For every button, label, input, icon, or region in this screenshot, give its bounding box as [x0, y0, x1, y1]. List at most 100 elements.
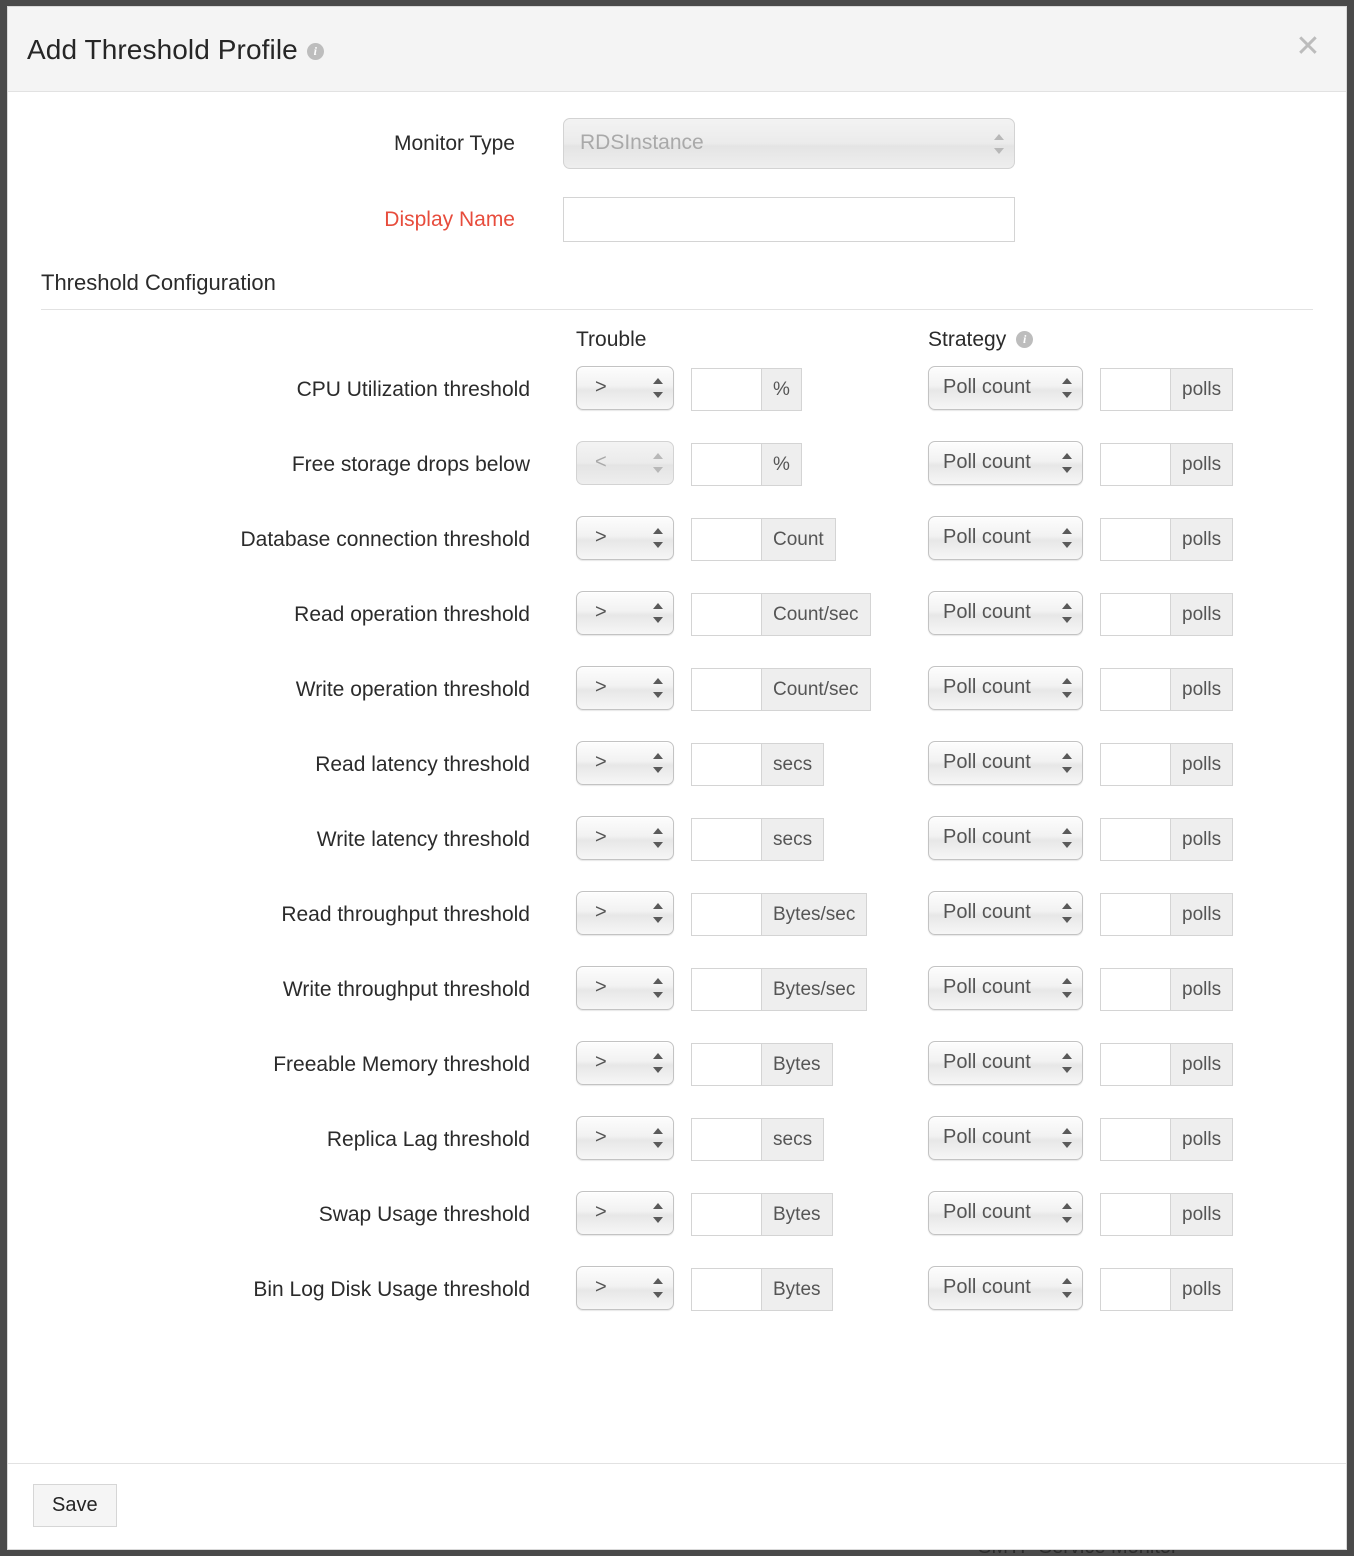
threshold-value-input[interactable] — [691, 818, 761, 861]
poll-count-input[interactable] — [1100, 668, 1170, 711]
operator-select[interactable]: > — [576, 590, 674, 635]
strategy-select[interactable]: Poll count — [928, 1190, 1083, 1235]
poll-count-input[interactable] — [1100, 1268, 1170, 1311]
poll-count-input[interactable] — [1100, 368, 1170, 411]
updown-arrows-icon — [1062, 752, 1073, 774]
operator-select[interactable]: > — [576, 515, 674, 560]
strategy-select[interactable]: Poll count — [928, 740, 1083, 785]
threshold-value-cell: secs — [691, 1118, 928, 1161]
threshold-value-input[interactable] — [691, 368, 761, 411]
close-icon[interactable]: ✕ — [1293, 32, 1323, 63]
operator-select[interactable]: > — [576, 1115, 674, 1160]
poll-count-group: polls — [1100, 818, 1234, 861]
strategy-value: Poll count — [943, 1050, 1031, 1073]
title-info-icon[interactable]: i — [306, 43, 324, 60]
threshold-row: Write operation threshold > Count/sec Poll … — [8, 652, 1346, 727]
poll-count-input[interactable] — [1100, 968, 1170, 1011]
screen: SMTP Service Monitor Add Threshold Profi… — [0, 0, 1354, 1556]
strategy-value: Poll count — [943, 975, 1031, 998]
threshold-value-input[interactable] — [691, 893, 761, 936]
strategy-select[interactable]: Poll count — [928, 890, 1083, 935]
threshold-unit-addon: Count — [761, 518, 836, 561]
operator-select[interactable]: > — [576, 1190, 674, 1235]
threshold-value-input[interactable] — [691, 1043, 761, 1086]
poll-count-input[interactable] — [1100, 443, 1170, 486]
strategy-value: Poll count — [943, 825, 1031, 848]
poll-count-cell: polls — [1100, 1043, 1337, 1086]
poll-count-input[interactable] — [1100, 593, 1170, 636]
strategy-cell: Poll count — [928, 740, 1100, 789]
operator-cell: > — [576, 740, 691, 789]
threshold-row: Write throughput threshold > Bytes/sec Poll… — [8, 952, 1346, 1027]
threshold-value-group: Count/sec — [691, 668, 871, 711]
display-name-input[interactable] — [563, 197, 1015, 242]
threshold-value-input[interactable] — [691, 668, 761, 711]
strategy-select[interactable]: Poll count — [928, 440, 1083, 485]
poll-count-input[interactable] — [1100, 818, 1170, 861]
poll-count-input[interactable] — [1100, 893, 1170, 936]
operator-select[interactable]: > — [576, 665, 674, 710]
operator-select[interactable]: > — [576, 1265, 674, 1310]
strategy-cell: Poll count — [928, 440, 1100, 489]
strategy-info-icon[interactable]: i — [1016, 331, 1034, 348]
strategy-select[interactable]: Poll count — [928, 1115, 1083, 1160]
strategy-select[interactable]: Poll count — [928, 965, 1083, 1010]
operator-select[interactable]: > — [576, 815, 674, 860]
monitor-type-select[interactable]: RDSInstance — [563, 118, 1015, 169]
threshold-value-cell: Bytes — [691, 1193, 928, 1236]
threshold-value-input[interactable] — [691, 968, 761, 1011]
threshold-unit-addon: Bytes — [761, 1043, 833, 1086]
strategy-cell: Poll count — [928, 1190, 1100, 1239]
threshold-value-input[interactable] — [691, 1268, 761, 1311]
operator-cell: > — [576, 890, 691, 939]
strategy-select[interactable]: Poll count — [928, 365, 1083, 410]
updown-arrows-icon — [1062, 1052, 1073, 1074]
operator-select[interactable]: > — [576, 1040, 674, 1085]
operator-cell: > — [576, 1190, 691, 1239]
operator-select[interactable]: > — [576, 890, 674, 935]
poll-count-group: polls — [1100, 1043, 1234, 1086]
operator-select[interactable]: > — [576, 365, 674, 410]
strategy-value: Poll count — [943, 1125, 1031, 1148]
strategy-select[interactable]: Poll count — [928, 815, 1083, 860]
updown-arrows-icon — [1062, 1277, 1073, 1299]
poll-count-input[interactable] — [1100, 1043, 1170, 1086]
trouble-column-header: Trouble — [576, 328, 647, 351]
threshold-unit-addon: Bytes/sec — [761, 968, 868, 1011]
operator-select[interactable]: > — [576, 740, 674, 785]
threshold-value-input[interactable] — [691, 443, 761, 486]
updown-arrows-icon — [1062, 977, 1073, 999]
strategy-select[interactable]: Poll count — [928, 515, 1083, 560]
threshold-unit-addon: secs — [761, 1118, 825, 1161]
poll-count-input[interactable] — [1100, 518, 1170, 561]
threshold-value-input[interactable] — [691, 1118, 761, 1161]
threshold-value-group: secs — [691, 1118, 825, 1161]
save-button[interactable]: Save — [33, 1484, 117, 1527]
operator-select[interactable]: > — [576, 965, 674, 1010]
poll-count-group: polls — [1100, 668, 1234, 711]
updown-arrows-icon — [1062, 527, 1073, 549]
threshold-value-group: secs — [691, 818, 825, 861]
threshold-value-group: secs — [691, 743, 825, 786]
threshold-value-input[interactable] — [691, 518, 761, 561]
poll-count-input[interactable] — [1100, 1118, 1170, 1161]
threshold-value-input[interactable] — [691, 593, 761, 636]
poll-count-cell: polls — [1100, 968, 1337, 1011]
threshold-row-label: Write throughput threshold — [282, 977, 530, 1001]
poll-unit-addon: polls — [1170, 818, 1234, 861]
poll-count-input[interactable] — [1100, 743, 1170, 786]
poll-count-group: polls — [1100, 968, 1234, 1011]
threshold-value-group: Bytes — [691, 1043, 833, 1086]
strategy-cell: Poll count — [928, 515, 1100, 564]
strategy-select[interactable]: Poll count — [928, 665, 1083, 710]
poll-count-group: polls — [1100, 518, 1234, 561]
strategy-select[interactable]: Poll count — [928, 1265, 1083, 1310]
strategy-select[interactable]: Poll count — [928, 1040, 1083, 1085]
threshold-row-label: Read latency threshold — [315, 752, 530, 776]
threshold-value-input[interactable] — [691, 743, 761, 786]
poll-count-cell: polls — [1100, 893, 1337, 936]
threshold-value-input[interactable] — [691, 1193, 761, 1236]
operator-select[interactable]: < — [576, 440, 674, 485]
strategy-select[interactable]: Poll count — [928, 590, 1083, 635]
poll-count-input[interactable] — [1100, 1193, 1170, 1236]
